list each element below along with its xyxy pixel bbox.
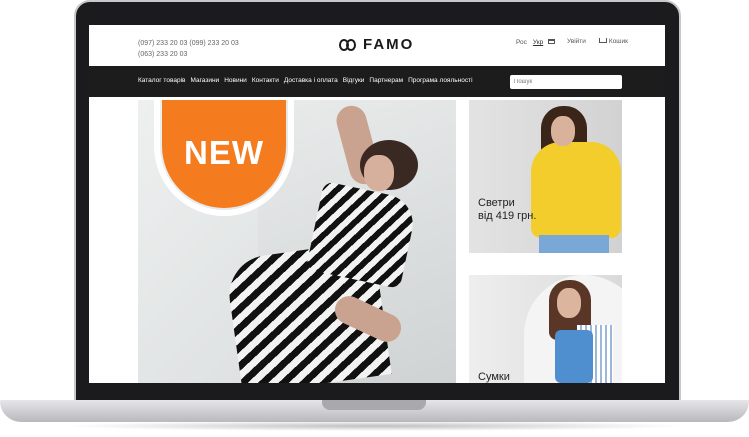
promo-sweaters[interactable]: Светри від 419 грн. <box>469 100 622 253</box>
login-label: Увійти <box>567 38 586 45</box>
cart-label: Кошик <box>608 38 628 45</box>
card-icon[interactable] <box>548 39 555 44</box>
promo-bags-title: Сумки <box>478 371 510 383</box>
cart-icon <box>598 38 607 45</box>
nav-partners[interactable]: Партнерам <box>369 77 403 84</box>
hero-banner[interactable]: NEW <box>138 100 456 383</box>
nav-menu: Каталог товарів Магазини Новини Контакти… <box>138 77 473 84</box>
new-badge-text: NEW <box>184 134 264 171</box>
hero-face <box>364 155 394 191</box>
promo-sweaters-label: Светри від 419 грн. <box>478 197 536 223</box>
laptop-notch <box>322 400 426 410</box>
main-nav: Каталог товарів Магазини Новини Контакти… <box>89 66 665 97</box>
language-switcher: Рос Укр <box>516 39 543 46</box>
nav-catalog[interactable]: Каталог товарів <box>138 77 185 84</box>
logo-text: FAMO <box>363 36 415 53</box>
nav-reviews[interactable]: Відгуки <box>343 77 365 84</box>
login-link[interactable]: Увійти <box>567 38 586 45</box>
site-header: (097) 233 20 03 (099) 233 20 03 (063) 23… <box>89 25 665 66</box>
promo-bags[interactable]: Сумки <box>469 275 622 383</box>
promo-sweaters-title: Светри <box>478 197 515 209</box>
promo-jeans <box>539 235 609 253</box>
nav-contacts[interactable]: Контакти <box>252 77 279 84</box>
cart-link[interactable]: Кошик <box>598 38 628 45</box>
nav-news[interactable]: Новини <box>224 77 247 84</box>
logo-icon <box>339 38 357 51</box>
promo-sweater <box>531 142 621 238</box>
phone-line-1[interactable]: (097) 233 20 03 (099) 233 20 03 <box>138 38 239 49</box>
promo-bag <box>555 330 593 383</box>
site-logo[interactable]: FAMO <box>339 36 414 53</box>
nav-delivery[interactable]: Доставка і оплата <box>284 77 338 84</box>
phone-line-2[interactable]: (063) 233 20 03 <box>138 49 239 60</box>
promo-model-face <box>557 288 581 318</box>
search-input[interactable] <box>510 75 622 89</box>
phone-numbers: (097) 233 20 03 (099) 233 20 03 (063) 23… <box>138 38 239 60</box>
user-actions: Увійти Кошик <box>548 38 628 45</box>
promo-sweaters-price: від 419 грн. <box>478 210 537 222</box>
lang-ru[interactable]: Рос <box>516 39 527 46</box>
nav-stores[interactable]: Магазини <box>190 77 219 84</box>
nav-loyalty[interactable]: Програма лояльності <box>408 77 472 84</box>
promo-model-face <box>551 116 575 146</box>
lang-ua[interactable]: Укр <box>533 39 543 46</box>
browser-viewport: (097) 233 20 03 (099) 233 20 03 (063) 23… <box>89 25 665 383</box>
laptop-shadow <box>60 421 689 431</box>
